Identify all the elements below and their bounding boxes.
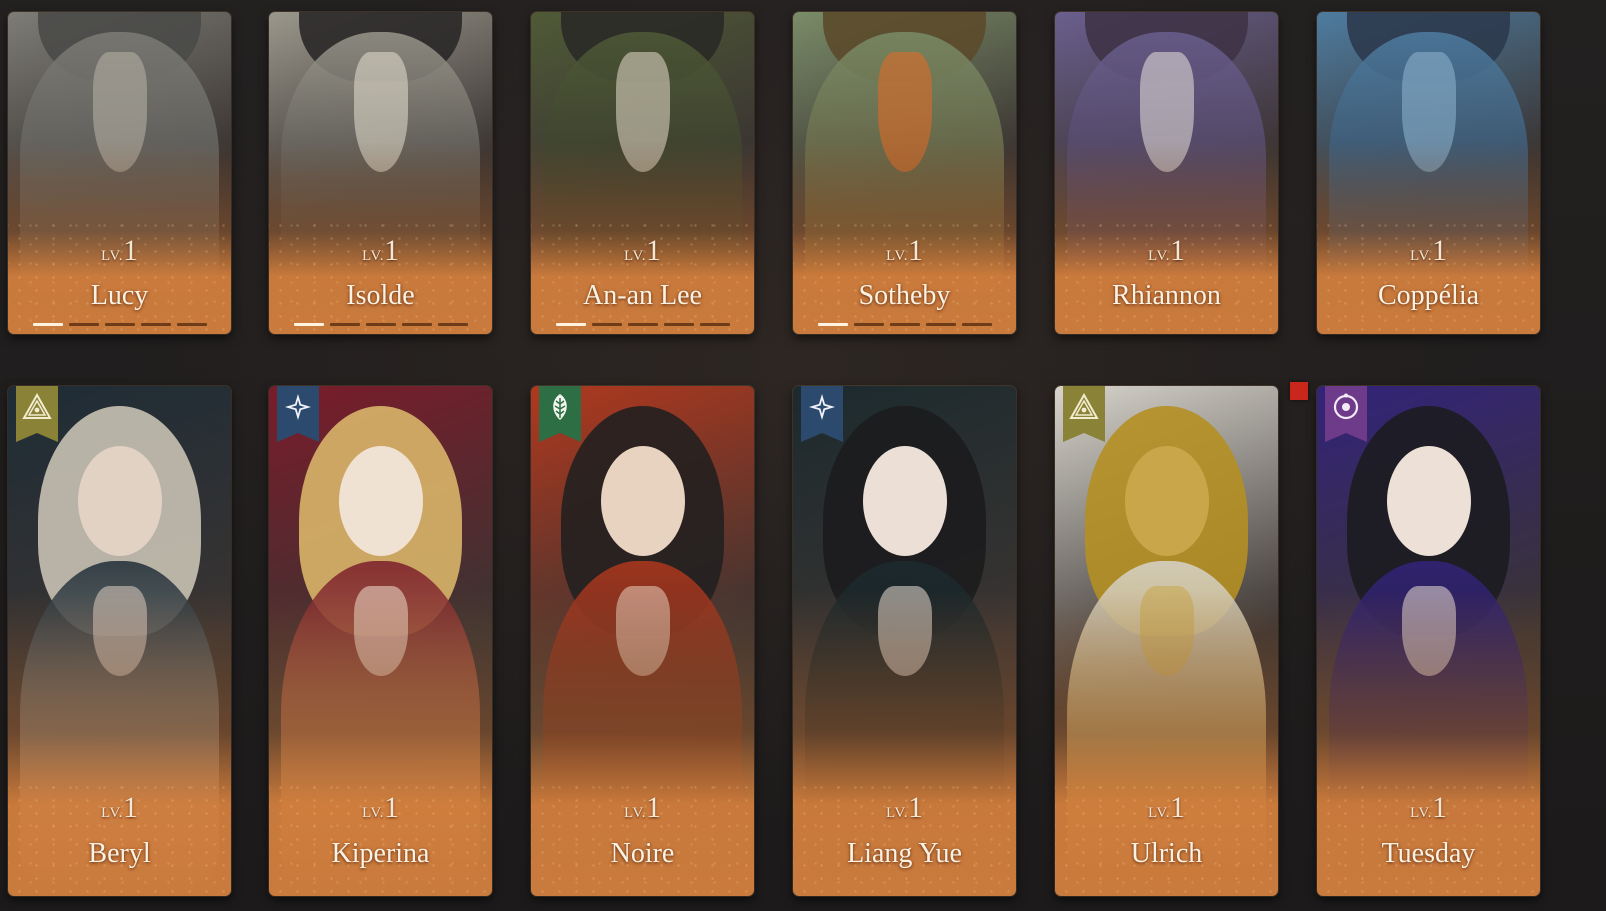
awakening-progress	[33, 323, 207, 326]
level-label: LV.	[362, 248, 384, 264]
level-value: 1	[1169, 791, 1185, 824]
awakening-progress	[294, 323, 468, 326]
level-label: LV.	[624, 248, 646, 264]
awakening-progress	[818, 323, 992, 326]
character-card-ulrich[interactable]: LV.1 Ulrich	[1055, 386, 1278, 896]
progress-segment	[33, 323, 63, 326]
character-card-noire[interactable]: LV.1 Noire	[531, 386, 754, 896]
level-value: 1	[122, 234, 138, 267]
progress-segment	[962, 323, 992, 326]
character-card-an-an-lee[interactable]: LV.1 An-an Lee	[531, 12, 754, 334]
progress-segment	[556, 323, 586, 326]
progress-segment	[141, 323, 171, 326]
character-card-rhiannon[interactable]: LV.1 Rhiannon	[1055, 12, 1278, 334]
progress-segment	[926, 323, 956, 326]
level-value: 1	[645, 791, 661, 824]
progress-segment	[69, 323, 99, 326]
level-indicator: LV.1	[269, 234, 492, 268]
character-name: Coppélia	[1377, 280, 1480, 311]
level-label: LV.	[886, 805, 908, 821]
level-label: LV.	[101, 805, 123, 821]
awakening-progress	[556, 323, 730, 326]
level-value: 1	[1169, 234, 1185, 267]
level-value: 1	[1431, 234, 1447, 267]
sparkle-overlay	[8, 214, 231, 334]
character-name: Isolde	[346, 280, 415, 311]
level-indicator: LV.1	[1317, 791, 1540, 825]
progress-segment	[854, 323, 884, 326]
character-name: Lucy	[90, 280, 149, 311]
character-card-sotheby[interactable]: LV.1 Sotheby	[793, 12, 1016, 334]
progress-segment	[890, 323, 920, 326]
level-label: LV.	[886, 248, 908, 264]
level-indicator: LV.1	[793, 791, 1016, 825]
character-name: Ulrich	[1130, 838, 1203, 869]
progress-segment	[592, 323, 622, 326]
character-name: Sotheby	[858, 280, 951, 311]
sparkle-overlay	[531, 214, 754, 334]
level-value: 1	[383, 791, 399, 824]
level-indicator: LV.1	[1317, 234, 1540, 268]
level-value: 1	[645, 234, 661, 267]
level-indicator: LV.1	[793, 234, 1016, 268]
level-label: LV.	[1410, 805, 1432, 821]
level-indicator: LV.1	[1055, 234, 1278, 268]
new-notification-badge	[1290, 382, 1308, 400]
progress-segment	[366, 323, 396, 326]
sparkle-overlay	[1317, 214, 1540, 334]
level-indicator: LV.1	[8, 791, 231, 825]
character-name: Noire	[610, 838, 675, 869]
level-indicator: LV.1	[8, 234, 231, 268]
level-value: 1	[383, 234, 399, 267]
level-indicator: LV.1	[1055, 791, 1278, 825]
progress-segment	[294, 323, 324, 326]
sparkle-overlay	[1055, 214, 1278, 334]
character-card-isolde[interactable]: LV.1 Isolde	[269, 12, 492, 334]
progress-segment	[628, 323, 658, 326]
level-value: 1	[1431, 791, 1447, 824]
level-value: 1	[907, 234, 923, 267]
sparkle-overlay	[269, 214, 492, 334]
level-indicator: LV.1	[531, 234, 754, 268]
level-label: LV.	[362, 805, 384, 821]
progress-segment	[664, 323, 694, 326]
character-card-copp-lia[interactable]: LV.1 Coppélia	[1317, 12, 1540, 334]
level-indicator: LV.1	[531, 791, 754, 825]
character-card-tuesday[interactable]: LV.1 Tuesday	[1317, 386, 1540, 896]
level-label: LV.	[1410, 248, 1432, 264]
level-label: LV.	[624, 805, 646, 821]
progress-segment	[330, 323, 360, 326]
level-indicator: LV.1	[269, 791, 492, 825]
character-card-lucy[interactable]: LV.1 Lucy	[8, 12, 231, 334]
character-card-liang-yue[interactable]: LV.1 Liang Yue	[793, 386, 1016, 896]
level-value: 1	[122, 791, 138, 824]
progress-segment	[438, 323, 468, 326]
character-name: An-an Lee	[583, 280, 702, 311]
progress-segment	[105, 323, 135, 326]
character-card-beryl[interactable]: LV.1 Beryl	[8, 386, 231, 896]
character-name: Liang Yue	[847, 838, 962, 869]
character-name: Kiperina	[331, 838, 430, 869]
level-label: LV.	[1148, 805, 1170, 821]
progress-segment	[700, 323, 730, 326]
progress-segment	[177, 323, 207, 326]
level-value: 1	[907, 791, 923, 824]
character-card-kiperina[interactable]: LV.1 Kiperina	[269, 386, 492, 896]
character-roster: LV.1 Lucy LV.1 Isolde LV.1 An-an Lee LV.1 Sothe…	[0, 0, 1606, 911]
character-name: Beryl	[88, 838, 151, 869]
sparkle-overlay	[793, 214, 1016, 334]
character-name: Tuesday	[1381, 838, 1476, 869]
level-label: LV.	[101, 248, 123, 264]
progress-segment	[402, 323, 432, 326]
level-label: LV.	[1148, 248, 1170, 264]
progress-segment	[818, 323, 848, 326]
character-name: Rhiannon	[1112, 280, 1221, 311]
